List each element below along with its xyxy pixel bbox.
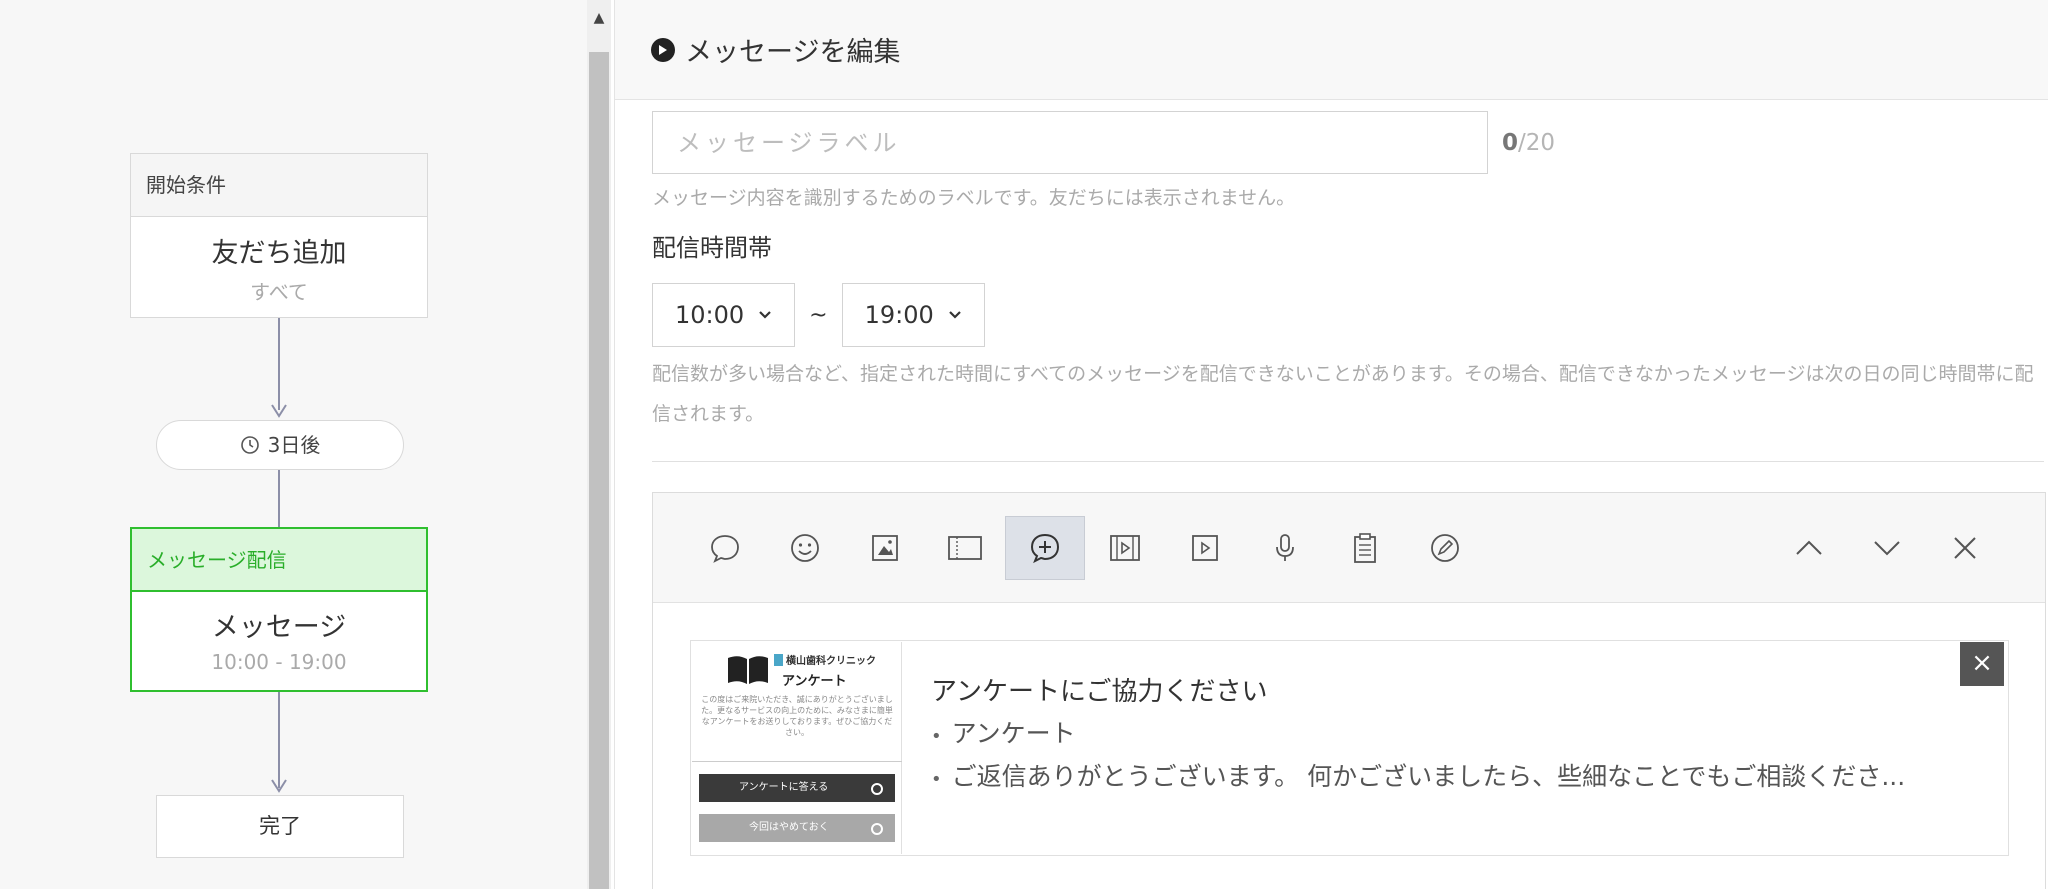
connector-line bbox=[278, 692, 280, 788]
thumb-body: この度はご来院いただき、誠にありがとうございました。更なるサービスの向上のために… bbox=[701, 695, 893, 737]
thumb-title: アンケート bbox=[782, 674, 847, 689]
label-char-counter: 0/20 bbox=[1502, 129, 1556, 156]
end-node[interactable]: 完了 bbox=[156, 795, 404, 858]
card-icon[interactable] bbox=[925, 516, 1005, 580]
delivery-hint: 配信数が多い場合など、指定された時間にすべてのメッセージを配信できないことがあり… bbox=[652, 363, 2034, 425]
scroll-up-icon[interactable]: ▲ bbox=[587, 0, 611, 40]
survey-thumbnail: 横山歯科クリニック アンケート この度はご来院いただき、誠にありがとうございまし… bbox=[692, 642, 902, 854]
start-condition-node[interactable]: 開始条件 友だち追加 すべて bbox=[130, 153, 428, 318]
scrollbar-thumb[interactable] bbox=[589, 52, 609, 889]
clock-icon bbox=[240, 436, 259, 454]
remove-card-button[interactable]: × bbox=[1960, 642, 2004, 686]
delete-block-icon[interactable] bbox=[1925, 516, 2005, 580]
thumb-clinic-name: 横山歯科クリニック bbox=[786, 656, 876, 667]
message-delivery-node[interactable]: メッセージ配信 メッセージ 10:00 - 19:00 bbox=[130, 527, 428, 692]
microphone-icon[interactable] bbox=[1245, 516, 1325, 580]
chevron-down-icon bbox=[759, 311, 771, 319]
survey-icon[interactable] bbox=[1005, 516, 1085, 580]
move-down-icon[interactable] bbox=[1847, 516, 1927, 580]
delay-label: 3日後 bbox=[267, 433, 321, 457]
video-card-icon[interactable] bbox=[1085, 516, 1165, 580]
divider bbox=[652, 461, 2044, 462]
editor-header: メッセージを編集 bbox=[615, 0, 2048, 100]
delay-node[interactable]: 3日後 bbox=[156, 420, 404, 470]
message-delivery-title: メッセージ bbox=[211, 612, 347, 643]
start-condition-header: 開始条件 bbox=[131, 154, 427, 217]
flow-panel: 開始条件 友だち追加 すべて 3日後 メッセージ配信 メッセージ 10:00 -… bbox=[0, 0, 587, 889]
vertical-scrollbar[interactable]: ▲ bbox=[587, 0, 611, 889]
thumb-answer-button: アンケートに答える bbox=[699, 774, 895, 802]
survey-card-item: • アンケート bbox=[931, 719, 1076, 748]
message-delivery-time: 10:00 - 19:00 bbox=[211, 650, 347, 674]
move-up-icon[interactable] bbox=[1769, 516, 1849, 580]
survey-card-item: • ご返信ありがとうございます。 何かございましたら、些細なことでもご相談くださ.… bbox=[931, 762, 1906, 791]
message-label-input[interactable] bbox=[652, 111, 1488, 174]
connector-arrow-icon bbox=[271, 404, 287, 418]
connector-line bbox=[278, 318, 280, 410]
start-condition-subtitle: すべて bbox=[250, 280, 308, 304]
thumb-skip-button: 今回はやめておく bbox=[699, 814, 895, 842]
survey-card[interactable]: 横山歯科クリニック アンケート この度はご来院いただき、誠にありがとうございまし… bbox=[690, 640, 2009, 856]
book-icon bbox=[728, 656, 768, 684]
editor-title: メッセージを編集 bbox=[685, 37, 901, 68]
image-icon[interactable] bbox=[845, 516, 925, 580]
thumb-divider bbox=[692, 761, 902, 762]
label-hint: メッセージ内容を識別するためのラベルです。友だちには表示されません。 bbox=[652, 187, 1296, 209]
clipboard-icon[interactable] bbox=[1325, 516, 1405, 580]
end-time-select[interactable]: 19:00 bbox=[841, 283, 985, 347]
text-bubble-icon[interactable] bbox=[685, 516, 765, 580]
connector-line bbox=[278, 470, 280, 527]
clinic-logo-icon bbox=[774, 654, 783, 666]
message-type-toolbar bbox=[653, 493, 2045, 603]
start-condition-title: 友だち追加 bbox=[211, 238, 347, 269]
emoji-icon[interactable] bbox=[765, 516, 845, 580]
message-editor: メッセージを編集 0/20 メッセージ内容を識別するためのラベルです。友だちには… bbox=[614, 0, 2048, 889]
connector-arrow-icon bbox=[271, 779, 287, 793]
chevron-down-icon bbox=[949, 311, 961, 319]
play-circle-icon bbox=[651, 37, 675, 62]
start-time-select[interactable]: 10:00 bbox=[652, 283, 796, 347]
survey-card-title: アンケートにご協力ください bbox=[931, 677, 1268, 707]
message-content-box: 横山歯科クリニック アンケート この度はご来院いただき、誠にありがとうございまし… bbox=[652, 492, 2046, 889]
sticker-icon[interactable] bbox=[1405, 516, 1485, 580]
video-icon[interactable] bbox=[1165, 516, 1245, 580]
message-delivery-header: メッセージ配信 bbox=[132, 529, 426, 592]
delivery-time-title: 配信時間帯 bbox=[652, 234, 772, 262]
time-separator: ~ bbox=[809, 302, 828, 328]
